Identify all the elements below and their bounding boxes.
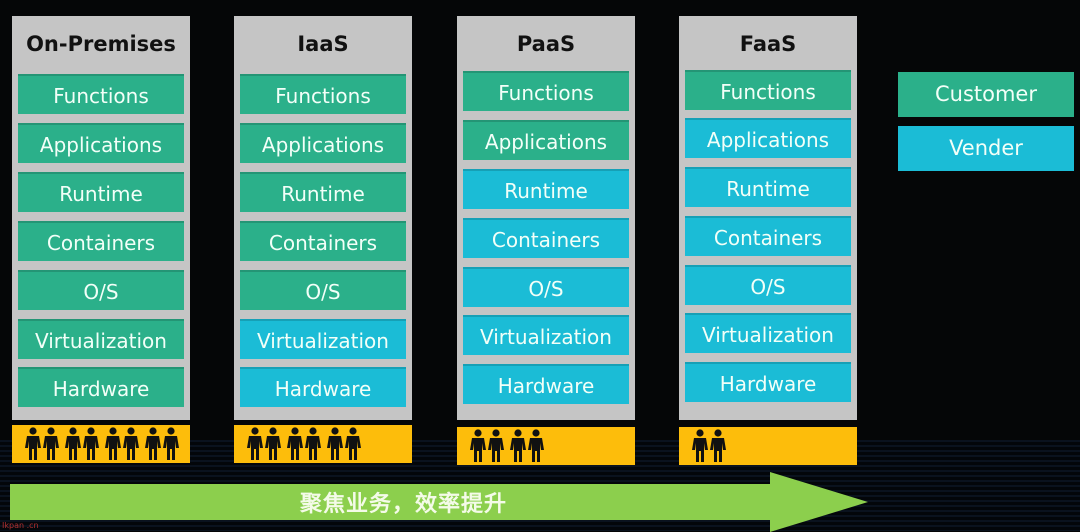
column-title: FaaS xyxy=(739,32,797,56)
layer-virtualization: Virtualization xyxy=(240,319,406,359)
layer-applications: Applications xyxy=(240,123,406,163)
person-icon xyxy=(105,427,121,460)
legend-vendor: Vender xyxy=(898,126,1074,171)
person-icon xyxy=(345,427,361,460)
person-icon xyxy=(470,429,486,462)
column-faas: FaaS Functions Applications Runtime Containe… xyxy=(679,16,857,420)
layer-runtime: Runtime xyxy=(685,167,851,207)
column-on-premises: On-Premises Functions Applications Runtime C… xyxy=(12,16,190,420)
layer-functions: Functions xyxy=(240,74,406,114)
person-icon xyxy=(25,427,41,460)
column-title: IaaS xyxy=(297,32,349,56)
layer-applications: Applications xyxy=(18,123,184,163)
legend-customer: Customer xyxy=(898,72,1074,117)
person-icon xyxy=(528,429,544,462)
person-icon xyxy=(327,427,343,460)
person-icon xyxy=(305,427,321,460)
layer-runtime: Runtime xyxy=(463,169,629,209)
watermark: Ikpan .cn xyxy=(2,521,39,530)
person-icon xyxy=(247,427,263,460)
layer-virtualization: Virtualization xyxy=(685,313,851,353)
person-icon xyxy=(65,427,81,460)
layer-runtime: Runtime xyxy=(18,172,184,212)
layer-virtualization: Virtualization xyxy=(463,315,629,355)
person-icon xyxy=(488,429,504,462)
layer-hardware: Hardware xyxy=(18,367,184,407)
layer-containers: Containers xyxy=(685,216,851,256)
layer-functions: Functions xyxy=(18,74,184,114)
layer-o-s: O/S xyxy=(463,267,629,307)
column-title: PaaS xyxy=(516,32,576,56)
layer-applications: Applications xyxy=(463,120,629,160)
layer-functions: Functions xyxy=(685,70,851,110)
layer-hardware: Hardware xyxy=(463,364,629,404)
person-icon xyxy=(145,427,161,460)
person-icon xyxy=(710,429,726,462)
column-iaas: IaaS Functions Applications Runtime Containe… xyxy=(234,16,412,420)
layer-hardware: Hardware xyxy=(240,367,406,407)
person-icon xyxy=(43,427,59,460)
person-icon xyxy=(163,427,179,460)
person-icon xyxy=(123,427,139,460)
column-paas: PaaS Functions Applications Runtime Containe… xyxy=(457,16,635,420)
person-icon xyxy=(265,427,281,460)
people-bar xyxy=(679,427,857,465)
layer-containers: Containers xyxy=(18,221,184,261)
layer-o-s: O/S xyxy=(18,270,184,310)
layer-hardware: Hardware xyxy=(685,362,851,402)
people-bar xyxy=(234,425,412,463)
people-bar xyxy=(457,427,635,465)
layer-containers: Containers xyxy=(240,221,406,261)
layer-runtime: Runtime xyxy=(240,172,406,212)
person-icon xyxy=(287,427,303,460)
arrow-label: 聚焦业务，效率提升 xyxy=(300,492,508,517)
layer-virtualization: Virtualization xyxy=(18,319,184,359)
layer-containers: Containers xyxy=(463,218,629,258)
layer-functions: Functions xyxy=(463,71,629,111)
person-icon xyxy=(692,429,708,462)
person-icon xyxy=(510,429,526,462)
layer-applications: Applications xyxy=(685,118,851,158)
person-icon xyxy=(83,427,99,460)
people-bar xyxy=(12,425,190,463)
layer-o-s: O/S xyxy=(685,265,851,305)
layer-o-s: O/S xyxy=(240,270,406,310)
column-title: On-Premises xyxy=(26,32,176,56)
